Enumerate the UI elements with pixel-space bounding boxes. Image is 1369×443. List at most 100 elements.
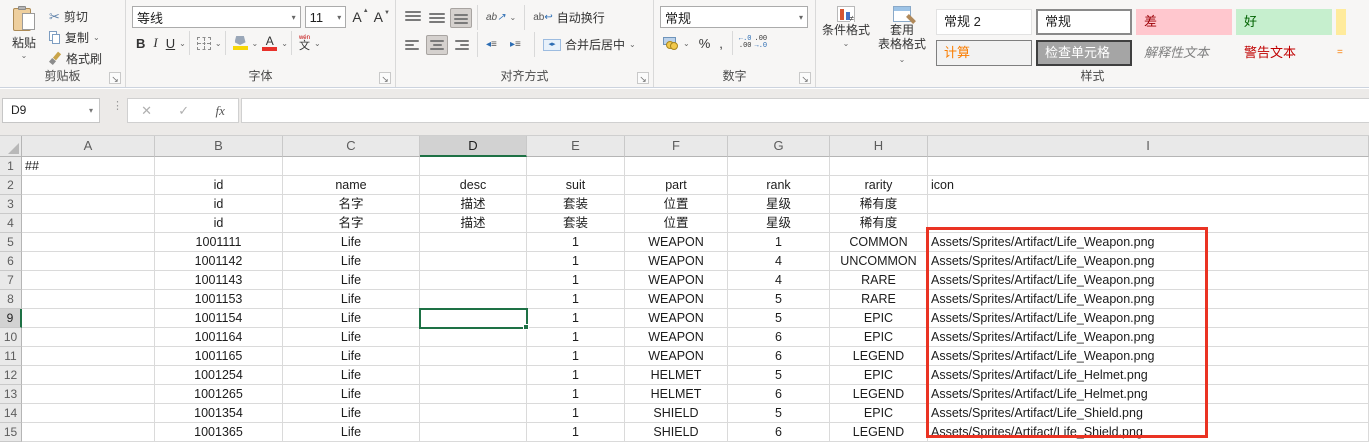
row-header-12[interactable]: 12	[0, 366, 22, 385]
style-explanatory-text[interactable]: 解释性文本	[1136, 40, 1232, 66]
row-header-11[interactable]: 11	[0, 347, 22, 366]
align-top-button[interactable]	[402, 8, 424, 28]
row-header-7[interactable]: 7	[0, 271, 22, 290]
fill-handle[interactable]	[523, 324, 529, 330]
cell-C8[interactable]: Life	[283, 290, 420, 309]
cell-G5[interactable]: 1	[728, 233, 830, 252]
font-name-combobox[interactable]: 等线 ▾	[132, 6, 301, 28]
cell-B13[interactable]: 1001265	[155, 385, 283, 404]
percent-style-button[interactable]: %	[696, 36, 714, 51]
column-header-F[interactable]: F	[625, 136, 728, 157]
column-header-A[interactable]: A	[22, 136, 155, 157]
cell-F7[interactable]: WEAPON	[625, 271, 728, 290]
cell-B8[interactable]: 1001153	[155, 290, 283, 309]
copy-button[interactable]: 复制 ⌄	[46, 28, 105, 47]
cell-D6[interactable]	[420, 252, 527, 271]
cell-D3[interactable]: 描述	[420, 195, 527, 214]
decrease-font-size-button[interactable]: A	[368, 9, 389, 25]
cell-C5[interactable]: Life	[283, 233, 420, 252]
cell-D15[interactable]	[420, 423, 527, 442]
cell-B5[interactable]: 1001111	[155, 233, 283, 252]
phonetic-dropdown[interactable]: ⌄	[314, 39, 321, 48]
active-cell-d9[interactable]	[419, 308, 528, 329]
cell-D10[interactable]	[420, 328, 527, 347]
cell-A2[interactable]	[22, 176, 155, 195]
clipboard-dialog-launcher[interactable]: ↘	[109, 72, 121, 84]
cell-F14[interactable]: SHIELD	[625, 404, 728, 423]
cell-A10[interactable]	[22, 328, 155, 347]
cell-E5[interactable]: 1	[527, 233, 625, 252]
cell-G8[interactable]: 5	[728, 290, 830, 309]
cell-H1[interactable]	[830, 157, 928, 176]
style-bad[interactable]: 差	[1136, 9, 1232, 35]
cell-D7[interactable]	[420, 271, 527, 290]
borders-dropdown[interactable]: ⌄	[215, 39, 222, 48]
increase-decimal-button[interactable]: ←.0.00	[739, 36, 752, 50]
cell-H4[interactable]: 稀有度	[830, 214, 928, 233]
align-right-button[interactable]	[450, 35, 472, 55]
column-header-E[interactable]: E	[527, 136, 625, 157]
cell-H7[interactable]: RARE	[830, 271, 928, 290]
cell-F8[interactable]: WEAPON	[625, 290, 728, 309]
cell-B4[interactable]: id	[155, 214, 283, 233]
cell-F10[interactable]: WEAPON	[625, 328, 728, 347]
row-header-3[interactable]: 3	[0, 195, 22, 214]
cell-G4[interactable]: 星级	[728, 214, 830, 233]
row-header-2[interactable]: 2	[0, 176, 22, 195]
cell-C6[interactable]: Life	[283, 252, 420, 271]
row-header-15[interactable]: 15	[0, 423, 22, 442]
row-header-6[interactable]: 6	[0, 252, 22, 271]
cell-H9[interactable]: EPIC	[830, 309, 928, 328]
cell-F4[interactable]: 位置	[625, 214, 728, 233]
style-neutral-clipped[interactable]	[1336, 9, 1346, 35]
cell-E14[interactable]: 1	[527, 404, 625, 423]
cell-F1[interactable]	[625, 157, 728, 176]
cell-H8[interactable]: RARE	[830, 290, 928, 309]
row-header-8[interactable]: 8	[0, 290, 22, 309]
cell-D12[interactable]	[420, 366, 527, 385]
column-header-G[interactable]: G	[728, 136, 830, 157]
formula-bar-grip[interactable]: ⋮	[112, 102, 123, 110]
cell-H6[interactable]: UNCOMMON	[830, 252, 928, 271]
cell-C2[interactable]: name	[283, 176, 420, 195]
decrease-indent-button[interactable]: ◂≡	[483, 35, 505, 55]
style-clipped-icon[interactable]: =	[1336, 40, 1346, 66]
cell-B15[interactable]: 1001365	[155, 423, 283, 442]
underline-button[interactable]: U	[162, 34, 179, 53]
cell-A8[interactable]	[22, 290, 155, 309]
cell-C11[interactable]: Life	[283, 347, 420, 366]
cell-A7[interactable]	[22, 271, 155, 290]
cell-I1[interactable]	[928, 157, 1369, 176]
column-header-I[interactable]: I	[928, 136, 1369, 157]
row-header-5[interactable]: 5	[0, 233, 22, 252]
fill-color-button[interactable]	[229, 34, 252, 52]
cell-F5[interactable]: WEAPON	[625, 233, 728, 252]
cell-I3[interactable]	[928, 195, 1369, 214]
font-color-button[interactable]: A	[258, 34, 281, 53]
orientation-button[interactable]: ab↗ ⌄	[483, 11, 519, 24]
cell-C7[interactable]: Life	[283, 271, 420, 290]
cell-E2[interactable]: suit	[527, 176, 625, 195]
alignment-dialog-launcher[interactable]: ↘	[637, 72, 649, 84]
column-header-C[interactable]: C	[283, 136, 420, 157]
conditional-formatting-button[interactable]: ≠ 条件格式 ⌄	[818, 4, 874, 67]
cell-G12[interactable]: 5	[728, 366, 830, 385]
row-header-9[interactable]: 9	[0, 309, 22, 328]
cell-B7[interactable]: 1001143	[155, 271, 283, 290]
cell-D2[interactable]: desc	[420, 176, 527, 195]
cell-G11[interactable]: 6	[728, 347, 830, 366]
cell-E13[interactable]: 1	[527, 385, 625, 404]
cell-H13[interactable]: LEGEND	[830, 385, 928, 404]
cell-E8[interactable]: 1	[527, 290, 625, 309]
cell-E1[interactable]	[527, 157, 625, 176]
cell-A12[interactable]	[22, 366, 155, 385]
cell-E7[interactable]: 1	[527, 271, 625, 290]
cell-C13[interactable]: Life	[283, 385, 420, 404]
cell-B14[interactable]: 1001354	[155, 404, 283, 423]
cell-B10[interactable]: 1001164	[155, 328, 283, 347]
align-bottom-button[interactable]	[450, 8, 472, 28]
cell-H11[interactable]: LEGEND	[830, 347, 928, 366]
increase-indent-button[interactable]: ▸≡	[507, 35, 529, 55]
cut-button[interactable]: ✂ 剪切	[46, 7, 105, 26]
cell-B11[interactable]: 1001165	[155, 347, 283, 366]
